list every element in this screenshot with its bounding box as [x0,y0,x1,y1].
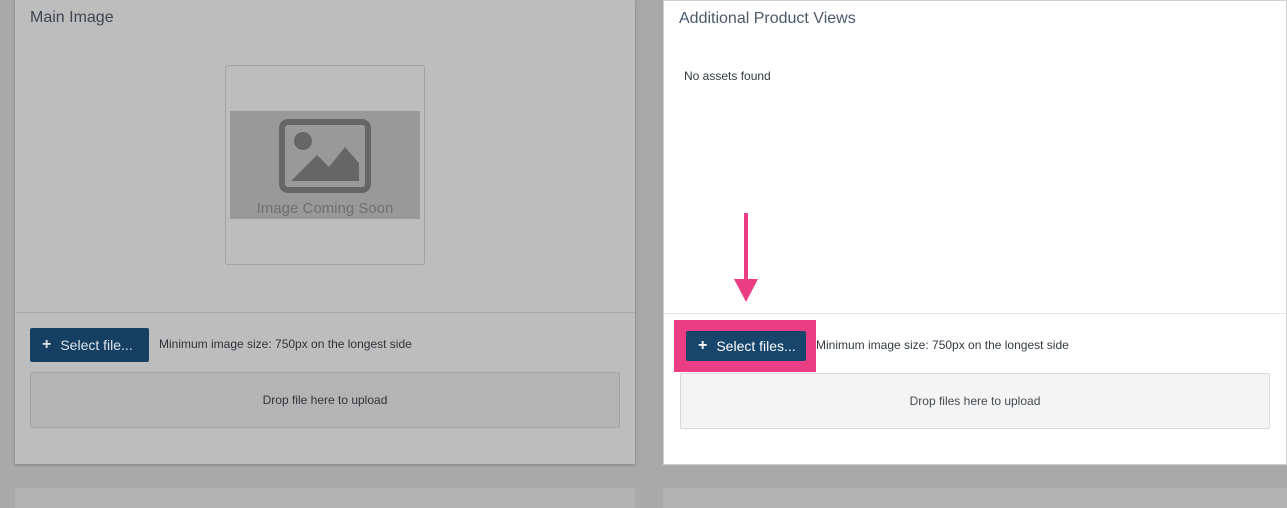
dropzone-text: Drop file here to upload [262,393,388,407]
min-size-hint: Minimum image size: 750px on the longest… [159,337,412,351]
min-size-hint: Minimum image size: 750px on the longest… [816,338,1069,352]
next-card-right [663,488,1287,508]
additional-views-panel: Additional Product Views No assets found… [663,0,1287,465]
plus-icon: + [42,336,52,353]
additional-views-title: Additional Product Views [679,10,856,27]
empty-state-message: No assets found [684,69,771,83]
image-placeholder-icon [279,119,371,193]
additional-views-dropzone[interactable]: Drop files here to upload [680,373,1270,429]
main-image-title: Main Image [30,9,114,26]
select-file-label: Select file... [60,337,133,353]
main-image-thumbnail[interactable]: Image Coming Soon [225,65,425,265]
divider [664,313,1286,314]
placeholder-text: Image Coming Soon [256,200,394,217]
next-card-left [15,488,635,508]
dropzone-text: Drop files here to upload [909,394,1041,408]
select-files-button[interactable]: + Select files... [686,331,806,361]
select-files-label: Select files... [716,338,796,354]
main-image-dropzone[interactable]: Drop file here to upload [30,372,620,428]
main-image-panel: Main Image Image Coming Soon + Select fi… [15,0,635,464]
image-coming-soon-placeholder: Image Coming Soon [230,111,420,219]
select-file-button[interactable]: + Select file... [30,328,149,362]
down-arrow-annotation [734,213,758,302]
divider [15,312,635,313]
plus-icon: + [698,337,708,354]
